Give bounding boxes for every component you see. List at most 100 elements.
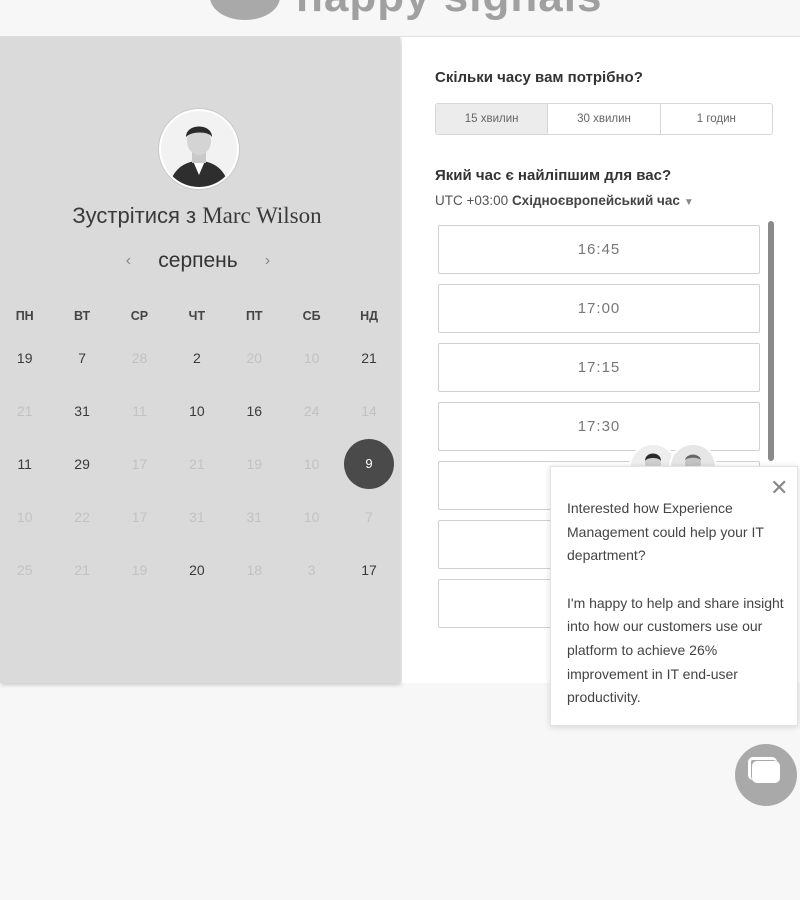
day-number: 7 <box>78 349 86 366</box>
day-number: 31 <box>246 508 263 525</box>
popup-line-1: Interested how Experience Management cou… <box>567 500 764 564</box>
scrollbar[interactable] <box>768 221 774 461</box>
calendar-day[interactable]: 31 <box>53 403 110 419</box>
calendar-day: 20 <box>226 350 283 366</box>
day-number: 20 <box>246 349 263 366</box>
day-number: 14 <box>361 402 377 419</box>
duration-selector: 15 хвилин 30 хвилин 1 годин <box>435 103 773 135</box>
duration-option[interactable]: 15 хвилин <box>436 104 548 134</box>
host-avatar <box>159 109 239 189</box>
day-number: 19 <box>16 349 33 366</box>
day-number: 22 <box>74 508 90 525</box>
day-number: 11 <box>17 455 32 472</box>
duration-option[interactable]: 30 хвилин <box>547 104 659 134</box>
calendar-day: 31 <box>168 509 225 525</box>
host-panel: Зустрітися з Marc Wilson ‹ серпень › ПН В… <box>0 37 400 683</box>
day-number: 9 <box>344 438 395 489</box>
calendar-day[interactable]: 17 <box>340 562 397 578</box>
calendar-day: 21 <box>53 562 110 578</box>
day-number: 20 <box>189 561 205 578</box>
day-number: 17 <box>361 561 377 578</box>
calendar-day[interactable]: 2 <box>168 350 225 366</box>
calendar-day[interactable]: 19 <box>0 350 53 366</box>
calendar-week: 25 21 19 20 18 3 17 <box>0 543 398 596</box>
calendar-day: 28 <box>111 350 168 366</box>
calendar-day: 31 <box>226 509 283 525</box>
calendar-day[interactable]: 7 <box>53 350 110 366</box>
day-number: 16 <box>246 402 263 419</box>
timezone-selector[interactable]: UTC +03:00 Східноєвропейський час ▼ <box>435 193 694 208</box>
day-number: 2 <box>192 349 201 366</box>
weekday-header: ПН ВТ СР ЧТ ПТ СБ НД <box>0 305 398 327</box>
weekday-label: СР <box>130 309 149 323</box>
day-number: 10 <box>16 508 33 525</box>
chat-popup: ✕ Interested how Experience Management c… <box>550 466 798 726</box>
calendar-day[interactable]: 11 <box>0 456 53 472</box>
day-number: 18 <box>246 561 263 578</box>
chat-launcher-button[interactable] <box>735 744 797 806</box>
weekday-label: СБ <box>302 309 321 323</box>
day-number: 19 <box>131 561 148 578</box>
time-slot-button[interactable]: 16:45 <box>438 225 760 274</box>
calendar-day[interactable]: 21 <box>340 350 397 366</box>
calendar-day: 19 <box>111 562 168 578</box>
duration-question: Скільки часу вам потрібно? <box>435 69 643 86</box>
prev-month-button[interactable]: ‹ <box>114 252 142 270</box>
weekday-label: ЧТ <box>188 309 206 323</box>
calendar-day: 3 <box>283 562 340 578</box>
calendar-day: 22 <box>53 509 110 525</box>
calendar-day: 14 <box>340 403 397 419</box>
chat-bubble-icon-front <box>752 761 780 783</box>
calendar-day: 17 <box>111 509 168 525</box>
day-number: 10 <box>189 402 205 419</box>
calendar-day[interactable]: 29 <box>53 456 110 472</box>
day-number: 17 <box>131 508 148 525</box>
day-number: 31 <box>189 508 205 525</box>
day-number: 31 <box>74 402 90 419</box>
day-number: 25 <box>16 561 33 578</box>
day-number: 3 <box>307 561 316 578</box>
time-question: Який час є найліпшим для вас? <box>435 167 672 184</box>
calendar-day: 10 <box>283 509 340 525</box>
calendar-day: 21 <box>168 456 225 472</box>
logo: happy signals <box>296 0 602 20</box>
calendar-day: 10 <box>0 509 53 525</box>
calendar-day: 7 <box>340 509 397 525</box>
weekday-label: ВТ <box>73 309 91 323</box>
calendar-week: 10 22 17 31 31 10 7 <box>0 490 398 543</box>
day-number: 17 <box>131 455 148 472</box>
calendar-day[interactable]: 10 <box>168 403 225 419</box>
caret-down-icon: ▼ <box>683 197 694 208</box>
next-month-button[interactable]: › <box>254 252 282 270</box>
time-slot-button[interactable]: 17:00 <box>438 284 760 333</box>
calendar-day-selected[interactable]: 9 <box>340 438 397 489</box>
day-number: 7 <box>365 508 373 525</box>
calendar-week: 19 7 28 2 20 10 21 <box>0 331 398 384</box>
day-number: 10 <box>303 349 320 366</box>
duration-option[interactable]: 1 годин <box>659 104 772 134</box>
weekday-label: НД <box>360 309 378 323</box>
calendar-day: 18 <box>226 562 283 578</box>
calendar-day: 10 <box>283 350 340 366</box>
weekday-label: ПН <box>15 309 34 323</box>
day-number: 21 <box>361 349 377 366</box>
calendar-day: 11 <box>111 403 168 419</box>
meeting-title: Зустрітися з Marc Wilson <box>0 203 394 229</box>
day-number: 11 <box>132 402 147 419</box>
time-slot-button[interactable]: 17:15 <box>438 343 760 392</box>
day-number: 29 <box>74 455 90 472</box>
calendar-day[interactable]: 20 <box>168 562 225 578</box>
header: happy signals <box>0 0 800 37</box>
calendar-week: 21 31 11 10 16 24 14 <box>0 384 398 437</box>
logo-icon <box>210 0 280 20</box>
month-navigator: ‹ серпень › <box>0 249 396 273</box>
calendar-week: 11 29 17 21 19 10 9 <box>0 437 398 490</box>
timezone-name: Східноєвропейський час <box>511 193 680 208</box>
meeting-prefix: Зустрітися з <box>72 203 197 228</box>
calendar-day[interactable]: 16 <box>226 403 283 419</box>
calendar-day: 17 <box>111 456 168 472</box>
close-icon[interactable]: ✕ <box>770 477 788 499</box>
popup-line-2: I'm happy to help and share insight into… <box>567 594 784 706</box>
day-number: 21 <box>16 402 33 419</box>
calendar-day: 24 <box>283 403 340 419</box>
